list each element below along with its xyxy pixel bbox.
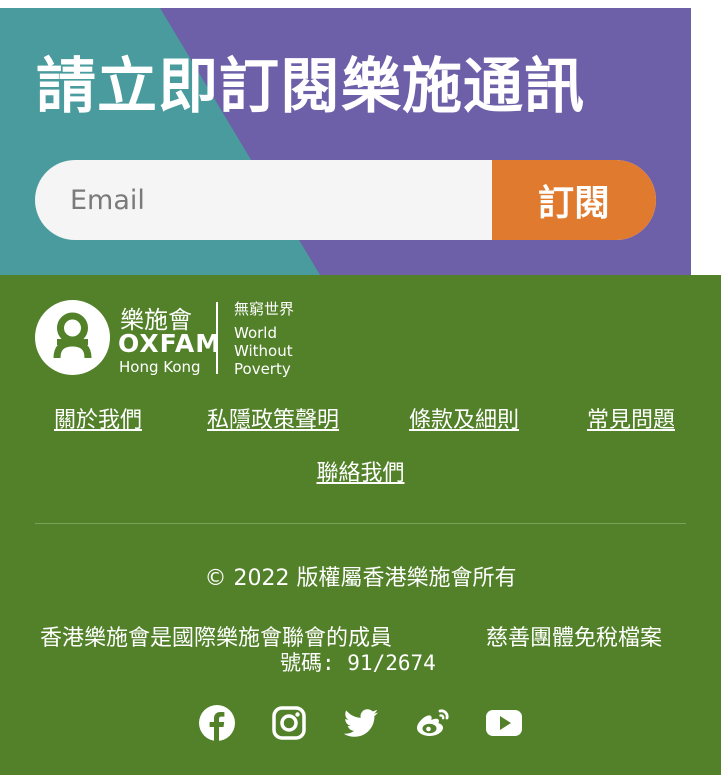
footer-nav-row-2: 聯絡我們: [0, 455, 721, 487]
logo-tagline-en-3: Poverty: [234, 360, 291, 378]
instagram-icon[interactable]: [269, 703, 309, 743]
footer-link-contact[interactable]: 聯絡我們: [316, 461, 404, 486]
facebook-icon[interactable]: [197, 703, 237, 743]
twitter-icon[interactable]: [341, 703, 381, 743]
footer-link-terms[interactable]: 條款及細則: [409, 402, 519, 434]
subscribe-form: 訂閱: [35, 160, 656, 240]
footer-link-about[interactable]: 關於我們: [54, 402, 142, 434]
subscribe-banner: 請立即訂閱樂施通訊 訂閱: [0, 8, 691, 275]
subscribe-title: 請立即訂閱樂施通訊: [36, 52, 585, 122]
oxfam-logo[interactable]: 樂施會 OXFAM Hong Kong 無窮世界 World Without P…: [35, 300, 305, 380]
logo-tagline-cn: 無窮世界: [234, 300, 295, 318]
copyright-text: © 2022 版權屬香港樂施會所有: [204, 566, 517, 591]
logo-name-en: OXFAM: [118, 329, 222, 358]
email-input[interactable]: [35, 160, 492, 240]
logo-tagline: 無窮世界 World Without Poverty: [234, 300, 294, 378]
charity-number: 號碼: 91/2674: [280, 651, 436, 675]
logo-divider: [216, 302, 218, 374]
weibo-icon[interactable]: [413, 703, 453, 743]
footer-link-faq[interactable]: 常見問題: [587, 402, 675, 434]
social-links: [0, 703, 721, 743]
charity-label: 慈善團體免稅檔案: [486, 626, 663, 651]
logo-tagline-en-2: Without: [234, 342, 293, 360]
footer-nav: 關於我們 私隱政策聲明 條款及細則 常見問題: [0, 402, 721, 434]
footer-link-privacy[interactable]: 私隱政策聲明: [207, 402, 339, 434]
site-footer: 樂施會 OXFAM Hong Kong 無窮世界 World Without P…: [0, 275, 721, 775]
oxfam-logo-icon: [35, 300, 110, 375]
footer-divider: [35, 523, 686, 524]
subscribe-button[interactable]: 訂閱: [492, 160, 656, 240]
logo-region: Hong Kong: [119, 358, 201, 376]
youtube-icon[interactable]: [484, 703, 524, 743]
logo-tagline-en-1: World: [234, 324, 277, 342]
